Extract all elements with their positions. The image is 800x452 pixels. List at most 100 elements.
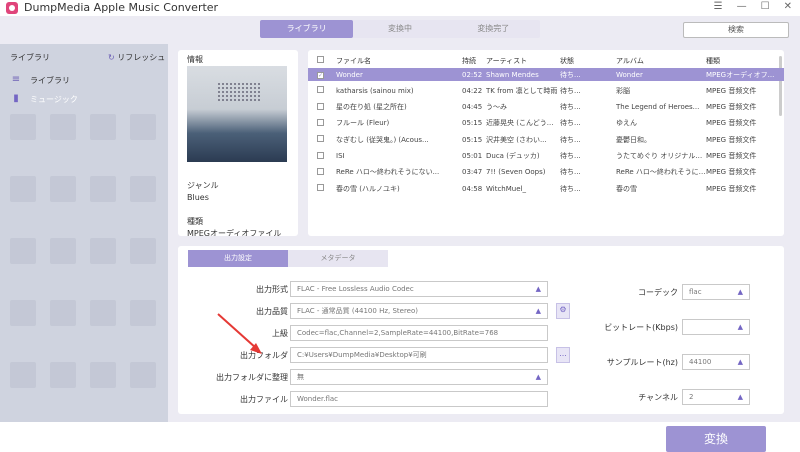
settings-panel: 出力設定 メタデータ 出力形式 FLAC - Free Lossless Aud… <box>178 246 784 414</box>
codec-label: コーデック <box>638 288 678 297</box>
tab-converting[interactable]: 変換中 <box>353 20 446 38</box>
table-row[interactable]: なぎむし (従哭鬼。) (Acous... 05:15 沢井美空 (さわい... 待ち… <box>308 133 784 146</box>
output-quality-select[interactable]: FLAC - 通常品質 (44100 Hz, Stereo) ▲ <box>290 303 548 319</box>
cell-duration: 03:47 <box>462 168 483 177</box>
cell-artist: 沢井美空 (さわい... <box>486 135 547 144</box>
sidebar-item-label: ミュージック <box>30 94 78 104</box>
row-checkbox[interactable] <box>317 151 324 159</box>
tab-metadata[interactable]: メタデータ <box>288 250 388 267</box>
bitrate-select[interactable]: ▲ <box>682 319 750 335</box>
cell-duration: 02:52 <box>462 70 483 79</box>
refresh-icon: ↻ <box>108 53 115 62</box>
sidebar-item-library[interactable]: ≡ ライブラリ <box>10 74 70 86</box>
advanced-field[interactable]: Codec=flac,Channel=2,SampleRate=44100,Bi… <box>290 325 548 341</box>
col-status[interactable]: 状態 <box>560 56 616 66</box>
table-row[interactable]: フルール (Fleur) 05:15 近藤晃央 (こんどう... 待ち... ゆえん MP… <box>308 117 784 130</box>
row-checkbox[interactable] <box>317 86 324 94</box>
browse-folder-button[interactable]: ... <box>556 347 570 363</box>
output-format-label: 出力形式 <box>256 285 288 294</box>
tab-converted[interactable]: 変換完了 <box>447 20 540 38</box>
table-row[interactable]: katharsis (sainou mix) 04:22 TK from 凛として時… <box>308 84 784 97</box>
sidebar-item-music[interactable]: ▮ ミュージック <box>10 93 78 105</box>
table-header: ファイル名 持続 アーティスト 状態 アルバム 種類 <box>308 54 784 67</box>
cell-duration: 05:15 <box>462 135 483 144</box>
cell-duration: 04:45 <box>462 103 483 112</box>
output-file-field[interactable]: Wonder.flac <box>290 391 548 407</box>
samplerate-select[interactable]: 44100 ▲ <box>682 354 750 370</box>
select-all-checkbox[interactable] <box>317 56 324 63</box>
table-row[interactable]: ✓ Wonder 02:52 Shawn Mendes 待ち... Wonder MPEGオ… <box>308 68 784 81</box>
organize-select[interactable]: 無 ▲ <box>290 369 548 385</box>
row-checkbox[interactable] <box>317 102 324 110</box>
tab-output-settings[interactable]: 出力設定 <box>188 250 288 267</box>
col-filename[interactable]: ファイル名 <box>336 56 462 66</box>
cell-name: 春の雪 (ハルノユキ) <box>336 184 400 193</box>
minimize-icon[interactable]: — <box>737 1 747 12</box>
genre-value: Blues <box>187 193 209 202</box>
cell-album: ReRe ハロ～終われそうにな... <box>616 168 706 177</box>
table-row[interactable]: ISI 05:01 Duca (デュッカ) 待ち... うたてめぐり オリジナルサ...… <box>308 150 784 163</box>
table-row[interactable]: ReRe ハロ～終われそうにない... 03:47 7!! (Seven Oops)… <box>308 166 784 179</box>
cell-artist: WitchMuel_ <box>486 184 526 193</box>
channel-label: チャンネル <box>638 393 678 402</box>
settings-gear-button[interactable]: ⚙ <box>556 303 570 319</box>
title-bar: DumpMedia Apple Music Converter ☰ — ☐ ✕ <box>0 0 800 16</box>
maximize-icon[interactable]: ☐ <box>761 1 770 12</box>
chevron-up-icon: ▲ <box>535 285 541 293</box>
cell-duration: 04:58 <box>462 184 483 193</box>
row-checkbox[interactable] <box>317 135 324 143</box>
organize-label: 出力フォルダに整理 <box>216 373 288 382</box>
col-duration[interactable]: 持続 <box>462 56 486 66</box>
chevron-up-icon: ▲ <box>737 393 743 401</box>
row-checkbox[interactable] <box>317 118 324 126</box>
cell-status: 待ち... <box>560 184 581 193</box>
row-checkbox[interactable] <box>317 184 324 192</box>
sidebar-item-label: ライブラリ <box>30 75 70 85</box>
cell-name: なぎむし (従哭鬼。) (Acous... <box>336 135 429 144</box>
row-checkbox[interactable]: ✓ <box>317 71 324 79</box>
cell-status: 待ち... <box>560 70 581 79</box>
col-album[interactable]: アルバム <box>616 56 706 66</box>
row-checkbox[interactable] <box>317 167 324 175</box>
cell-type: MPEGオーディオフ... <box>706 70 775 79</box>
organize-value: 無 <box>297 373 304 381</box>
search-button[interactable]: 検索 <box>683 22 789 38</box>
cell-name: ISI <box>336 152 345 160</box>
cell-artist: う～み <box>486 103 507 112</box>
cell-status: 待ち... <box>560 103 581 112</box>
col-type[interactable]: 種類 <box>706 56 782 66</box>
cell-duration: 05:01 <box>462 152 483 160</box>
cell-status: 待ち... <box>560 152 581 160</box>
refresh-label: リフレッシュ <box>117 53 166 62</box>
cell-status: 待ち... <box>560 119 581 128</box>
cell-status: 待ち... <box>560 135 581 144</box>
tab-library[interactable]: ライブラリ <box>260 20 354 38</box>
sidebar-header: ライブラリ <box>10 53 50 62</box>
menu-icon[interactable]: ☰ <box>714 1 723 12</box>
advanced-label: 上級 <box>272 329 288 338</box>
table-row[interactable]: 春の雪 (ハルノユキ) 04:58 WitchMuel_ 待ち... 春の雪 MPEG 音… <box>308 182 784 195</box>
cell-type: MPEG 音频文件 <box>706 119 757 128</box>
library-icon: ≡ <box>11 74 21 85</box>
col-artist[interactable]: アーティスト <box>486 56 560 66</box>
refresh-button[interactable]: ↻ リフレッシュ <box>108 52 165 63</box>
cell-album: ゆえん <box>616 119 637 128</box>
cell-type: MPEG 音频文件 <box>706 184 757 193</box>
kind-value: MPEGオーディオファイル <box>187 229 282 236</box>
cell-name: katharsis (sainou mix) <box>336 86 414 95</box>
close-icon[interactable]: ✕ <box>784 1 792 12</box>
app-logo-icon <box>6 2 18 14</box>
convert-button[interactable]: 変換 <box>666 426 766 452</box>
table-row[interactable]: 星の在り処 (星之所在) 04:45 う～み 待ち... The Legend of H… <box>308 101 784 114</box>
output-folder-field[interactable]: C:¥Users¥DumpMedia¥Desktop¥可刷 <box>290 347 548 363</box>
channel-select[interactable]: 2 ▲ <box>682 389 750 405</box>
codec-select[interactable]: flac ▲ <box>682 284 750 300</box>
chevron-up-icon: ▲ <box>535 307 541 315</box>
chevron-up-icon: ▲ <box>737 358 743 366</box>
output-quality-label: 出力品質 <box>256 307 288 316</box>
cell-type: MPEG 音频文件 <box>706 152 757 160</box>
output-file-label: 出力ファイル <box>240 395 288 404</box>
cell-type: MPEG 音频文件 <box>706 135 757 144</box>
output-format-select[interactable]: FLAC - Free Lossless Audio Codec ▲ <box>290 281 548 297</box>
info-header: 情報 <box>187 55 203 64</box>
